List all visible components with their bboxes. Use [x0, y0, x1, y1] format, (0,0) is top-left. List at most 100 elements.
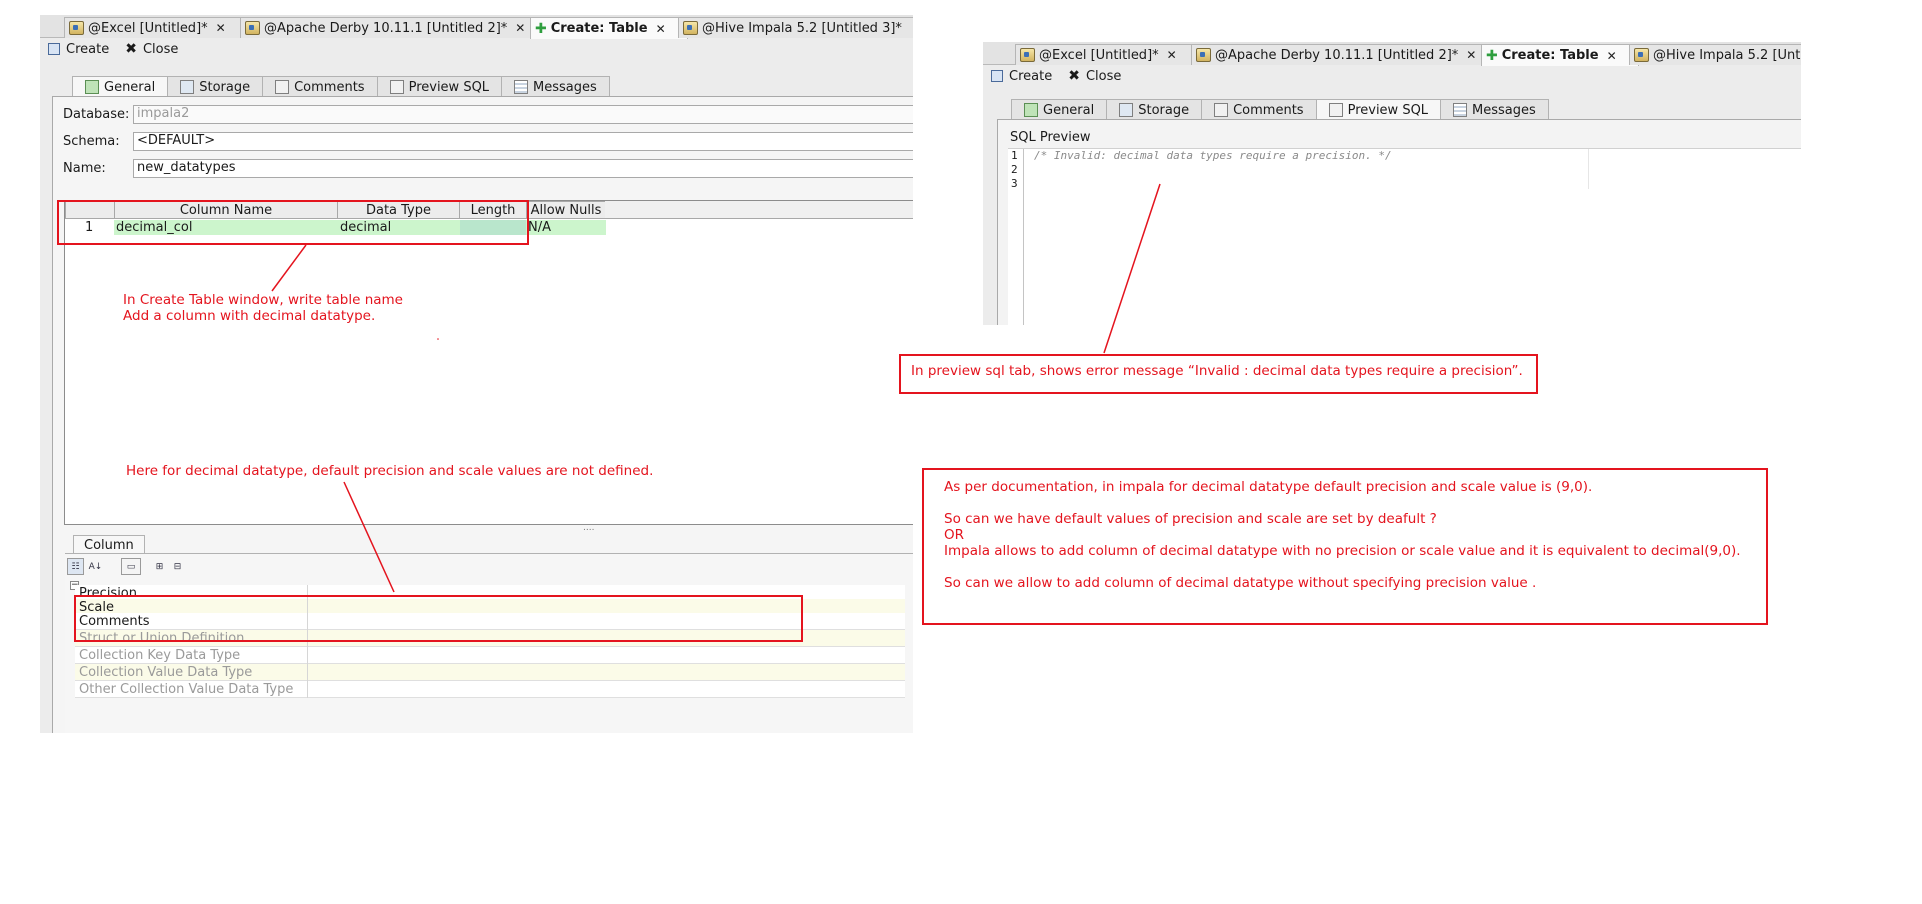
preview-sql-panel: SQL Preview 1 2 3 /* Invalid: decimal da… — [997, 119, 1801, 325]
editor-tab-label: @Hive Impala 5.2 [Untitled 3]* — [702, 20, 902, 36]
database-icon — [683, 21, 698, 35]
tab-preview-sql[interactable]: Preview SQL — [1315, 99, 1442, 120]
grid-rownum-header — [65, 201, 115, 219]
property-row-comments[interactable]: Comments — [75, 613, 905, 630]
property-name: Comments — [79, 614, 150, 629]
close-tab-icon[interactable]: ✕ — [1167, 48, 1177, 62]
general-icon — [1024, 103, 1038, 117]
save-icon — [991, 70, 1003, 82]
allow-nulls-cell[interactable]: N/A — [526, 220, 606, 235]
tab-preview-sql[interactable]: Preview SQL — [376, 76, 503, 97]
data-type-cell[interactable]: decimal — [338, 220, 460, 235]
sort-alphabetical-icon[interactable]: A↓ — [87, 558, 104, 575]
grid-header-length[interactable]: Length — [459, 201, 527, 219]
expand-all-icon[interactable]: ⊞ — [151, 558, 168, 575]
editor-tab-derby[interactable]: @Apache Derby 10.11.1 [Untitled 2]* ✕ — [240, 17, 540, 38]
tab-messages[interactable]: Messages — [1440, 99, 1549, 120]
database-icon — [1020, 48, 1035, 62]
doc-note-line: As per documentation, in impala for deci… — [944, 479, 1593, 495]
editor-tab-label: Create: Table — [550, 21, 648, 36]
create-button[interactable]: Create — [991, 69, 1052, 84]
editor-tab-create-table[interactable]: ✚ Create: Table ✕ — [1481, 44, 1639, 66]
sql-comment-text: /* Invalid: decimal data types require a… — [1034, 149, 1392, 162]
editor-tab-create-table[interactable]: ✚ Create: Table ✕ — [530, 17, 688, 39]
editor-tab-excel[interactable]: @Excel [Untitled]* ✕ — [64, 17, 250, 38]
tab-messages[interactable]: Messages — [501, 76, 610, 97]
tab-comments[interactable]: Comments — [262, 76, 378, 97]
tab-label: Storage — [1138, 102, 1190, 118]
close-icon: ✖ — [125, 41, 137, 57]
database-label: Database: — [63, 107, 130, 122]
editor-tab-label: Create: Table — [1501, 48, 1599, 63]
schema-select[interactable]: <DEFAULT> — [133, 132, 913, 151]
schema-label: Schema: — [63, 134, 120, 149]
tab-label: General — [104, 79, 156, 95]
tab-label: Comments — [294, 79, 365, 95]
tab-label: Messages — [1472, 102, 1536, 118]
property-list: Precision Scale Comments Struct or Union… — [40, 585, 913, 733]
tab-general[interactable]: General — [72, 76, 169, 97]
close-tab-icon[interactable]: ✕ — [1466, 48, 1476, 62]
splitter-handle[interactable]: .... — [583, 523, 594, 533]
property-name: Other Collection Value Data Type — [79, 682, 294, 697]
messages-icon — [1453, 103, 1468, 117]
general-icon — [85, 80, 99, 94]
close-tab-icon[interactable]: ✕ — [656, 22, 666, 36]
grid-header-column-name[interactable]: Column Name — [114, 201, 338, 219]
collapse-all-icon[interactable]: ⊟ — [169, 558, 186, 575]
close-button[interactable]: ✖ Close — [125, 41, 178, 57]
database-icon — [1196, 48, 1211, 62]
property-separator — [307, 681, 308, 698]
property-separator — [307, 630, 308, 647]
editor-tab-label: @Apache Derby 10.11.1 [Untitled 2]* — [264, 20, 508, 36]
close-tab-icon[interactable]: ✕ — [216, 21, 226, 35]
grid-header-filler — [605, 201, 913, 219]
close-button[interactable]: ✖ Close — [1068, 68, 1121, 84]
advanced-properties-icon[interactable]: ▭ — [121, 558, 141, 575]
property-separator — [307, 647, 308, 664]
tab-column[interactable]: Column — [73, 535, 145, 555]
close-tab-icon[interactable]: ✕ — [515, 21, 525, 35]
close-tab-icon[interactable]: ✕ — [1607, 49, 1617, 63]
doc-note-line: So can we have default values of precisi… — [944, 511, 1437, 527]
storage-icon — [180, 80, 195, 94]
preview-sql-icon — [389, 80, 404, 94]
length-cell[interactable] — [460, 220, 526, 235]
row-number: 1 — [85, 220, 94, 235]
categorized-view-icon[interactable]: ☷ — [67, 558, 84, 575]
database-field[interactable]: impala2 — [133, 105, 913, 124]
tab-label: Preview SQL — [408, 79, 490, 95]
tab-label: General — [1043, 102, 1095, 118]
table-name-input[interactable]: new_datatypes — [133, 159, 913, 178]
tab-comments[interactable]: Comments — [1201, 99, 1317, 120]
editor-tab-hive-impala[interactable]: @Hive Impala 5.2 [Untitle — [1629, 44, 1801, 65]
print-margin-line — [1588, 149, 1589, 189]
editor-tab-hive-impala[interactable]: @Hive Impala 5.2 [Untitled 3]* — [678, 17, 913, 38]
tab-storage[interactable]: Storage — [1106, 99, 1203, 120]
column-name-cell[interactable]: decimal_col — [114, 220, 338, 235]
close-button-label: Close — [1085, 68, 1122, 84]
storage-icon — [1119, 103, 1134, 117]
editor-tab-excel[interactable]: @Excel [Untitled]* ✕ — [1015, 44, 1201, 65]
database-icon — [1634, 48, 1649, 62]
editor-tab-derby[interactable]: @Apache Derby 10.11.1 [Untitled 2]* ✕ — [1191, 44, 1491, 65]
grid-header-data-type[interactable]: Data Type — [337, 201, 460, 219]
close-icon: ✖ — [1068, 68, 1080, 84]
editor-tab-label: @Excel [Untitled]* — [88, 20, 208, 36]
precision-note: Here for decimal datatype, default preci… — [126, 463, 654, 479]
property-row-other-collection: Other Collection Value Data Type — [75, 681, 905, 698]
preview-sql-note: In preview sql tab, shows error message … — [911, 363, 1523, 379]
sql-editor[interactable]: 1 2 3 /* Invalid: decimal data types req… — [1008, 148, 1801, 325]
database-icon — [69, 21, 84, 35]
grid-header-allow-nulls[interactable]: Allow Nulls — [526, 201, 606, 219]
property-row-collection-value: Collection Value Data Type — [75, 664, 905, 681]
tab-storage[interactable]: Storage — [167, 76, 264, 97]
tab-general[interactable]: General — [1011, 99, 1108, 120]
line-number: 1 — [1011, 149, 1018, 162]
create-button[interactable]: Create — [48, 42, 109, 57]
doc-note-line: Impala allows to add column of decimal d… — [944, 543, 1741, 559]
general-panel: Database: impala2 Schema: <DEFAULT> Name… — [52, 96, 913, 733]
tab-label: Preview SQL — [1347, 102, 1429, 118]
property-tabs: General Storage Comments Preview SQL Mes… — [1011, 99, 1549, 120]
database-icon — [245, 21, 260, 35]
